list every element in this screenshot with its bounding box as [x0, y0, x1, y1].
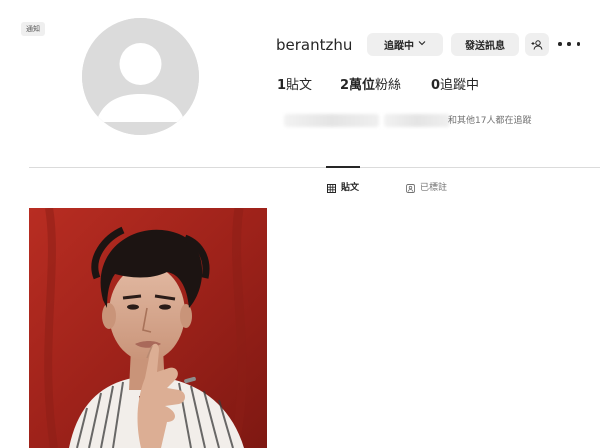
followers-count[interactable]: 2萬位粉絲 [340, 77, 401, 95]
notice-tag: 通知 [21, 22, 45, 36]
following-button[interactable]: 追蹤中 [367, 33, 443, 56]
send-message-button[interactable]: 發送訊息 [451, 33, 519, 56]
grid-icon [327, 183, 336, 193]
following-button-label: 追蹤中 [384, 41, 414, 52]
active-tab-indicator [326, 166, 360, 168]
tab-posts-label: 貼文 [341, 183, 360, 193]
tabs-divider [29, 167, 600, 168]
post-thumbnail[interactable] [29, 208, 267, 448]
chevron-down-icon [418, 39, 426, 50]
tag-icon [406, 183, 415, 193]
posts-count: 1貼文 [277, 78, 313, 93]
more-options-icon[interactable] [558, 36, 580, 52]
profile-avatar[interactable] [82, 18, 199, 135]
tab-posts[interactable]: 貼文 [327, 182, 359, 194]
blurred-follower-names [284, 114, 379, 127]
followed-by-text[interactable]: 和其他17人都在追蹤 [448, 115, 531, 127]
add-user-icon [531, 39, 543, 50]
profile-username: berantzhu [276, 36, 353, 54]
suggest-users-button[interactable] [525, 33, 549, 56]
default-avatar-icon [82, 18, 199, 135]
tab-tagged[interactable]: 已標註 [406, 182, 447, 194]
blurred-follower-names [384, 114, 450, 127]
following-count[interactable]: 0追蹤中 [431, 77, 479, 95]
portrait-photo [29, 208, 267, 448]
send-message-label: 發送訊息 [465, 41, 505, 52]
tab-tagged-label: 已標註 [420, 183, 448, 193]
